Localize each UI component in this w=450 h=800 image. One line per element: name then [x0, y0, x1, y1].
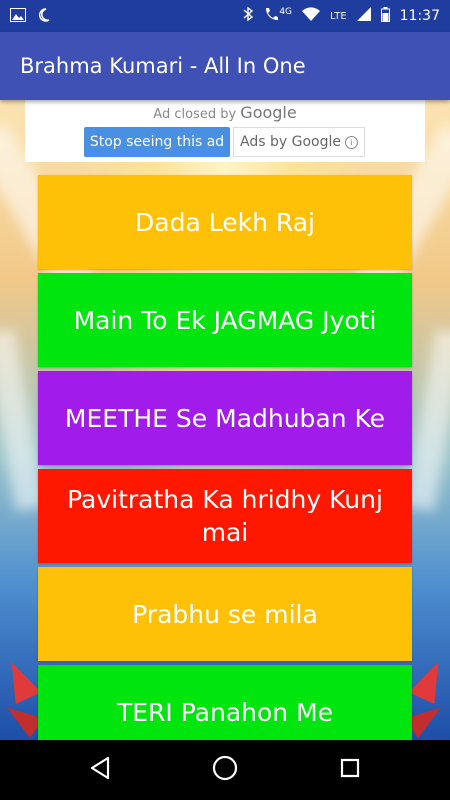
list-item-label: Main To Ek JAGMAG Jyoti [73, 305, 377, 335]
ad-closed-text: Ad closed by [153, 107, 237, 122]
info-icon: i [344, 135, 358, 149]
list-item-label: TERI Panahon Me [116, 697, 334, 727]
list-item[interactable]: Prabhu se mila [38, 567, 412, 661]
recents-icon [339, 757, 361, 783]
status-time: 11:37 [399, 8, 440, 24]
status-bar: 4G LTE 11:37 [0, 0, 450, 32]
home-icon [211, 754, 239, 786]
list-item-label: MEETHE Se Madhuban Ke [64, 403, 386, 433]
ad-closed-notice: Ad closed by Google [25, 103, 425, 122]
decor-spike [0, 655, 42, 705]
stop-seeing-ad-button[interactable]: Stop seeing this ad [84, 127, 230, 157]
recents-button[interactable] [334, 754, 366, 786]
bluetooth-icon [243, 6, 254, 26]
navigation-bar [0, 740, 450, 800]
list-item[interactable]: Dada Lekh Raj [38, 175, 412, 269]
ad-banner: Ad closed by Google Stop seeing this ad … [25, 100, 425, 162]
list-item-label: Dada Lekh Raj [135, 207, 315, 237]
content-area[interactable]: Ad closed by Google Stop seeing this ad … [0, 100, 450, 740]
list-item[interactable]: Pavitratha Ka hridhy Kunj mai [38, 469, 412, 563]
home-button[interactable] [209, 754, 241, 786]
lte-label: LTE [330, 10, 347, 22]
wifi-icon [302, 7, 321, 25]
ads-by-google-button[interactable]: Ads by Google i [233, 127, 365, 157]
battery-icon [380, 6, 390, 26]
app-title: Brahma Kumari - All In One [20, 54, 306, 78]
list-item-label: Pavitratha Ka hridhy Kunj mai [67, 485, 383, 547]
back-button[interactable] [84, 754, 116, 786]
list-item[interactable]: Main To Ek JAGMAG Jyoti [38, 273, 412, 367]
back-icon [89, 756, 111, 784]
ads-by-google-label: Ads by Google [240, 134, 341, 150]
list-item-label: Prabhu se mila [132, 599, 318, 629]
app-bar: Brahma Kumari - All In One [0, 32, 450, 100]
moon-icon [38, 7, 50, 26]
list-item[interactable]: TERI Panahon Me [38, 665, 412, 740]
list-item[interactable]: MEETHE Se Madhuban Ke [38, 371, 412, 465]
image-icon [10, 7, 26, 26]
song-list: Dada Lekh Raj Main To Ek JAGMAG Jyoti ME… [38, 175, 412, 740]
decor-spike [408, 655, 450, 705]
network-label: 4G [279, 7, 293, 17]
google-brand: Google [240, 103, 297, 122]
signal-icon [356, 7, 371, 25]
